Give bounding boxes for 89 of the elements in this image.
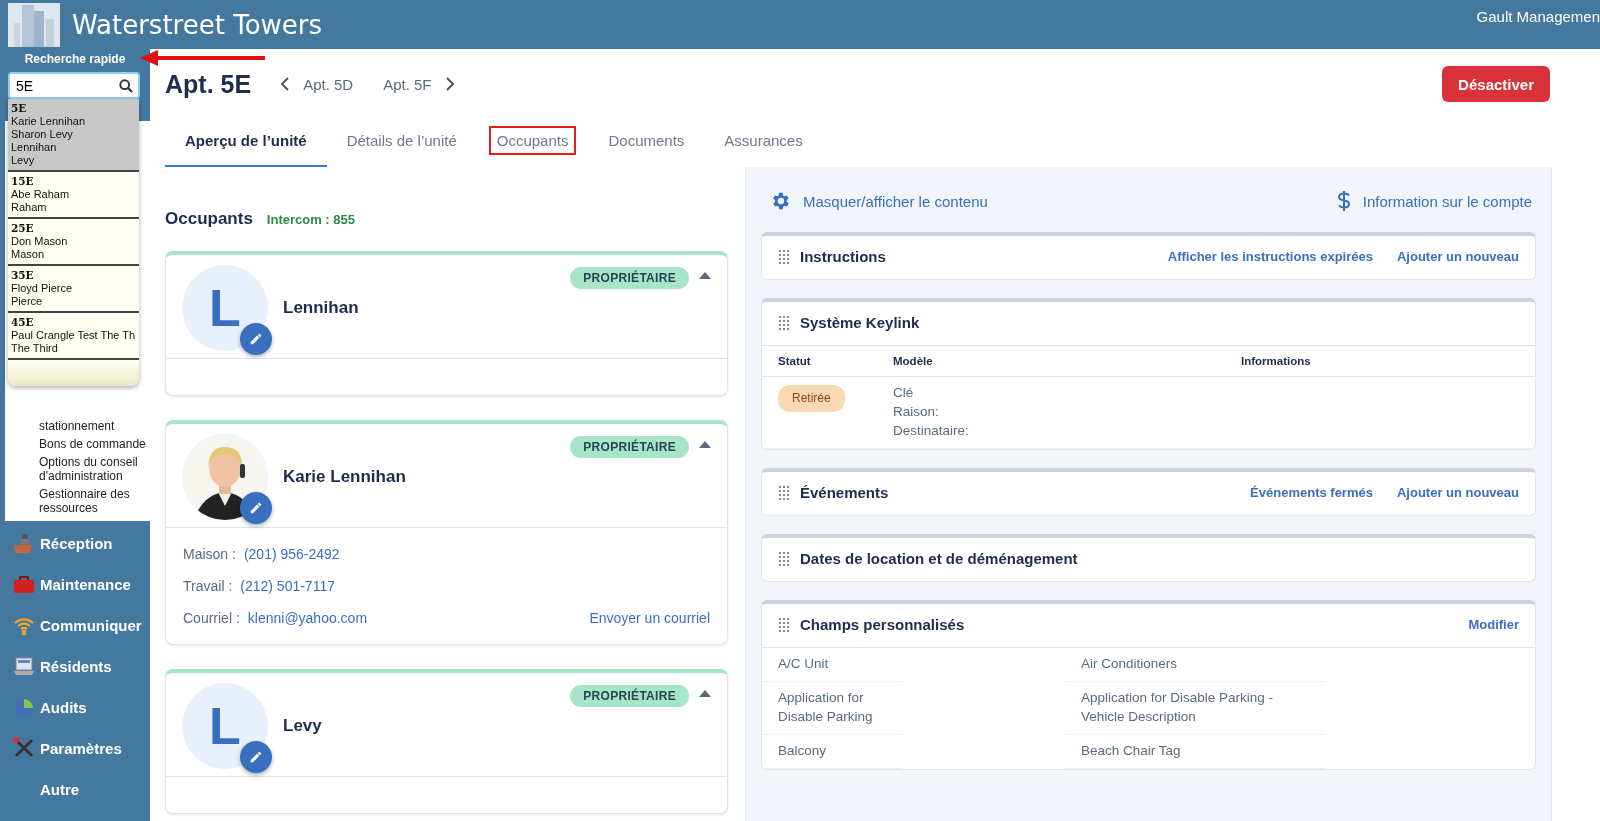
laptop-icon — [12, 654, 36, 678]
search-icon[interactable] — [118, 78, 134, 94]
submenu-item[interactable]: stationnement — [39, 419, 150, 433]
toolbar-link[interactable]: Masquer/afficher le contenu — [769, 190, 988, 212]
avatar: L — [182, 682, 268, 769]
chevron-left-icon — [281, 77, 290, 91]
section-action-link[interactable]: Ajouter un nouveau — [1396, 249, 1519, 264]
table-cell-text: Destinataire: — [893, 422, 970, 440]
tab[interactable]: Documents — [588, 124, 705, 167]
drag-handle-icon[interactable] — [778, 484, 790, 501]
occupant-name: Levy — [283, 715, 322, 736]
table-cell: A/C Unit — [778, 656, 829, 671]
quick-search-field[interactable]: 5E — [8, 72, 140, 99]
search-result[interactable]: 35E Floyd Pierce Pierce — [8, 266, 139, 313]
role-badge: PROPRIÉTAIRE — [570, 436, 689, 458]
role-badge: PROPRIÉTAIRE — [570, 267, 689, 289]
previous-unit-link[interactable]: Apt. 5D — [281, 75, 354, 93]
pencil-icon — [249, 749, 263, 764]
deactivate-button[interactable]: Désactiver — [1442, 66, 1550, 102]
column-header: Modèle — [877, 346, 1225, 377]
contact-label: Courriel : — [183, 610, 240, 626]
table-cell: Balcony — [778, 743, 827, 758]
table-cell-text: Clé — [893, 384, 915, 402]
table-cell: Beach Chair Tag — [1081, 743, 1181, 758]
chevron-right-icon — [445, 77, 454, 91]
dollar-icon — [1336, 190, 1351, 212]
account-name[interactable]: Gault Managemen — [1476, 8, 1600, 25]
menu-item[interactable]: Résidents — [12, 654, 150, 678]
tab[interactable]: Détails de l’unité — [326, 124, 477, 167]
column-header: Statut — [762, 346, 877, 377]
menu-item[interactable]: Réception — [12, 531, 150, 555]
avatar: L — [182, 264, 268, 351]
pencil-icon — [249, 500, 263, 515]
edit-button[interactable] — [240, 322, 272, 355]
search-result[interactable]: 15E Abe Raham Raham — [8, 172, 139, 219]
contact-link[interactable]: (212) 501-7117 — [240, 578, 335, 594]
submenu-item[interactable]: Gestionnaire des ressources — [39, 487, 150, 515]
edit-button[interactable] — [240, 740, 272, 773]
contact-label: Travail : — [183, 578, 233, 594]
column-header: Informations — [1225, 346, 1535, 377]
table-cell: Application for Disable Parking — [778, 690, 873, 724]
table-cell-text: Raison: — [893, 403, 940, 421]
section-title: Instructions — [800, 248, 887, 265]
tab[interactable]: Assurances — [704, 124, 823, 167]
collapse-caret-icon[interactable] — [699, 272, 711, 279]
contact-label: Maison : — [183, 546, 236, 562]
submenu-item[interactable]: Options du conseil d'administration — [39, 455, 150, 483]
occupant-name: Karie Lennihan — [283, 466, 406, 487]
menu-item[interactable]: Autre — [12, 777, 150, 801]
drag-handle-icon[interactable] — [778, 248, 790, 265]
drag-handle-icon[interactable] — [778, 550, 790, 567]
tab[interactable]: Aperçu de l’unité — [165, 124, 327, 167]
role-badge: PROPRIÉTAIRE — [570, 685, 689, 707]
drag-handle-icon[interactable] — [778, 314, 790, 331]
intercom-number: Intercom : 855 — [266, 212, 355, 227]
menu-item[interactable]: Audits — [12, 695, 150, 719]
section-title: Événements — [800, 484, 890, 501]
menu-item[interactable]: Maintenance — [12, 572, 150, 596]
table-cell: Air Conditioners — [1081, 656, 1178, 671]
menu-item[interactable]: Communiquer — [12, 613, 150, 637]
send-email-link[interactable]: Envoyer un courriel — [589, 610, 710, 626]
pencil-icon — [249, 331, 263, 346]
section-title: Champs personnalisés — [800, 616, 966, 633]
section-action-link[interactable]: Modifier — [1468, 617, 1519, 632]
section-action-link[interactable]: Afficher les instructions expirées — [1167, 249, 1373, 264]
section-title: Système Keylink — [800, 314, 921, 331]
search-result[interactable]: 5E Karie Lennihan Sharon Levy Lennihan Levy — [8, 99, 139, 172]
tools-icon — [12, 736, 36, 760]
collapse-caret-icon[interactable] — [699, 441, 711, 448]
next-unit-link[interactable]: Apt. 5F — [383, 75, 454, 93]
status-badge: Retirée — [778, 385, 845, 412]
collapse-caret-icon[interactable] — [699, 690, 711, 697]
quick-search-label: Recherche rapide — [23, 52, 127, 66]
section-title: Occupants — [165, 209, 253, 229]
section-title: Dates de location et de déménagement — [800, 550, 1079, 567]
occupant-name: Lennihan — [283, 297, 359, 318]
section-action-link[interactable]: Ajouter un nouveau — [1396, 485, 1519, 500]
unit-title: Apt. 5E — [165, 69, 252, 99]
edit-button[interactable] — [240, 491, 272, 524]
submenu-item[interactable]: Bons de commande — [39, 437, 150, 451]
table-cell: Application for Disable Parking - Vehicle Description — [1081, 690, 1274, 724]
contact-link[interactable]: klenni@yahoo.com — [247, 610, 368, 626]
building-title: Waterstreet Towers — [72, 9, 324, 40]
search-result[interactable]: 25E Don Mason Mason — [8, 219, 139, 266]
toolbar-link[interactable]: Information sur le compte — [1336, 190, 1532, 212]
contact-link[interactable]: (201) 956-2492 — [243, 546, 340, 562]
menu-item[interactable]: Paramètres — [12, 736, 150, 760]
section-action-link[interactable]: Événements fermés — [1250, 485, 1373, 500]
drag-handle-icon[interactable] — [778, 616, 790, 633]
